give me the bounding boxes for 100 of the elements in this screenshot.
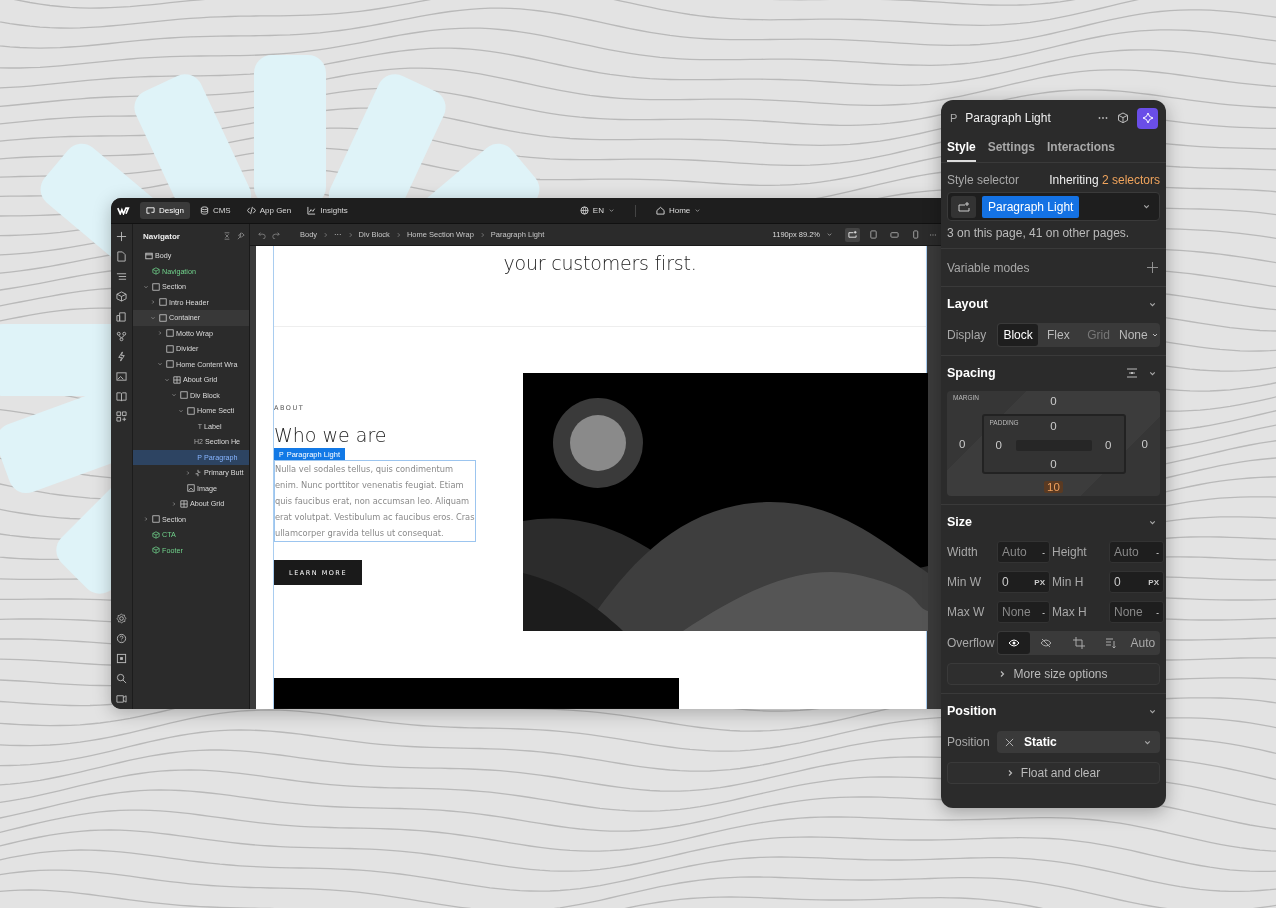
- page-icon[interactable]: [116, 251, 127, 262]
- styles-icon[interactable]: [116, 311, 127, 322]
- margin-value[interactable]: 0: [1050, 395, 1057, 407]
- add-state-icon: [957, 200, 970, 213]
- size-field[interactable]: Auto -: [1109, 541, 1164, 563]
- chevron-icon: [347, 231, 353, 238]
- image-icon: [187, 484, 195, 493]
- chevron-icon: [479, 231, 485, 238]
- display-option[interactable]: Block: [998, 324, 1039, 346]
- margin-value[interactable]: 10: [1044, 481, 1063, 493]
- section-title: Spacing: [947, 366, 997, 380]
- database-icon: [199, 206, 209, 215]
- image-icon[interactable]: [116, 371, 127, 382]
- display-option[interactable]: Flex: [1038, 324, 1079, 346]
- field-label: Display: [947, 328, 988, 342]
- element-name: Paragraph Light: [965, 111, 1052, 125]
- field-label: Max H: [1052, 605, 1088, 619]
- size-field[interactable]: 0 PX: [1109, 571, 1164, 593]
- eye-off-icon: [1040, 637, 1053, 649]
- margin-value[interactable]: 0: [959, 438, 966, 450]
- size-field[interactable]: 0 PX: [997, 571, 1050, 593]
- grid-icon: [180, 499, 188, 508]
- square-icon: [159, 298, 167, 307]
- mode-tab[interactable]: Design: [140, 202, 190, 219]
- page-button[interactable]: Home: [651, 202, 706, 219]
- caret-icon: [607, 207, 615, 214]
- square-icon: [166, 344, 174, 353]
- undo-icon[interactable]: [258, 230, 266, 239]
- stop-icon[interactable]: [116, 653, 127, 664]
- caret-icon: [157, 330, 163, 337]
- device-button[interactable]: [845, 227, 860, 242]
- square-icon: [159, 313, 167, 322]
- square-icon: [187, 406, 195, 415]
- ai-assistant-button[interactable]: [1137, 107, 1158, 129]
- panel-tab[interactable]: Settings: [987, 136, 1036, 162]
- search-icon[interactable]: [116, 673, 127, 684]
- field-label: Height: [1052, 545, 1088, 559]
- grid-icon: [173, 375, 181, 384]
- locale-button[interactable]: EN: [575, 202, 619, 219]
- padding-value[interactable]: 0: [1050, 458, 1057, 470]
- padding-value[interactable]: 0: [1105, 439, 1112, 451]
- help-icon[interactable]: [116, 633, 127, 644]
- intro-heading: your customers first.: [503, 251, 697, 275]
- spacing-icon[interactable]: [1126, 367, 1138, 379]
- square-icon: [180, 391, 188, 400]
- logo-icon: [117, 206, 130, 215]
- overflow-option[interactable]: [998, 632, 1031, 654]
- field-label: Style selector: [947, 172, 1020, 187]
- float-and-clear-button[interactable]: Float and clear: [947, 762, 1160, 784]
- overflow-option[interactable]: Auto: [1126, 632, 1159, 654]
- mode-tab[interactable]: CMS: [193, 202, 237, 219]
- section-title: Position: [947, 704, 998, 718]
- selected-paragraph[interactable]: Nulla vel sodales tellus, quis condimentum enim. Nunc porttitor venenatis feugiat. Etiam quis faucibus erat, non accumsan leo. Aliquam erat volutpat. Vestibulum ac faucibus eros. Cras ullamcorper gravida tellus ut consequat.: [274, 460, 476, 542]
- padding-value[interactable]: 0: [1050, 420, 1057, 432]
- plus-icon[interactable]: [1147, 262, 1158, 273]
- book-icon[interactable]: [116, 391, 127, 402]
- caret-icon: [171, 392, 177, 399]
- caret-icon: [171, 500, 177, 507]
- nodes-icon[interactable]: [116, 331, 127, 342]
- window-icon: [145, 251, 153, 260]
- cube-icon[interactable]: [116, 291, 127, 302]
- size-field[interactable]: None -: [997, 601, 1050, 623]
- caret-icon: [826, 231, 833, 238]
- panel-tab[interactable]: Interactions: [1047, 136, 1116, 162]
- element-type-icon: P: [950, 112, 958, 124]
- cube-icon[interactable]: [1117, 112, 1129, 124]
- class-selector-field[interactable]: Paragraph Light: [947, 192, 1160, 221]
- eye-icon: [1008, 637, 1021, 649]
- settings-icon[interactable]: [116, 613, 127, 624]
- position-select[interactable]: Static: [997, 731, 1160, 753]
- apps-icon[interactable]: [116, 411, 127, 422]
- close-icon: [1005, 737, 1014, 747]
- navigator-icon[interactable]: [116, 271, 127, 282]
- bolt-icon[interactable]: [116, 351, 127, 362]
- caret-icon: [178, 407, 184, 414]
- size-field[interactable]: None -: [1109, 601, 1164, 623]
- code-icon: [246, 206, 256, 215]
- size-field[interactable]: Auto -: [997, 541, 1050, 563]
- caret-icon: [694, 207, 702, 214]
- redo-icon[interactable]: [272, 230, 280, 239]
- globe-icon: [579, 206, 589, 215]
- mode-tab[interactable]: Insights: [301, 202, 354, 219]
- caret-icon: [1150, 331, 1159, 339]
- inheritance-note[interactable]: Inheriting 2 selectors: [1049, 172, 1160, 187]
- pin-icon[interactable]: [237, 232, 245, 240]
- panel-tab[interactable]: Style: [947, 136, 976, 162]
- cube-icon: [152, 546, 160, 555]
- plus-icon[interactable]: [116, 231, 127, 242]
- field-label: Min W: [947, 575, 982, 589]
- caret-icon: [143, 516, 149, 523]
- class-chip[interactable]: Paragraph Light: [982, 195, 1080, 218]
- display-option[interactable]: None: [1118, 324, 1159, 346]
- video-icon[interactable]: [116, 693, 127, 704]
- padding-value[interactable]: 0: [995, 439, 1002, 451]
- more-size-options-button[interactable]: More size options: [947, 663, 1160, 685]
- collapse-icon[interactable]: [223, 232, 231, 240]
- desktop-star-icon: [848, 230, 857, 239]
- margin-value[interactable]: 0: [1141, 438, 1148, 450]
- field-label: Max W: [947, 605, 986, 619]
- mode-tab[interactable]: App Gen: [240, 202, 298, 219]
